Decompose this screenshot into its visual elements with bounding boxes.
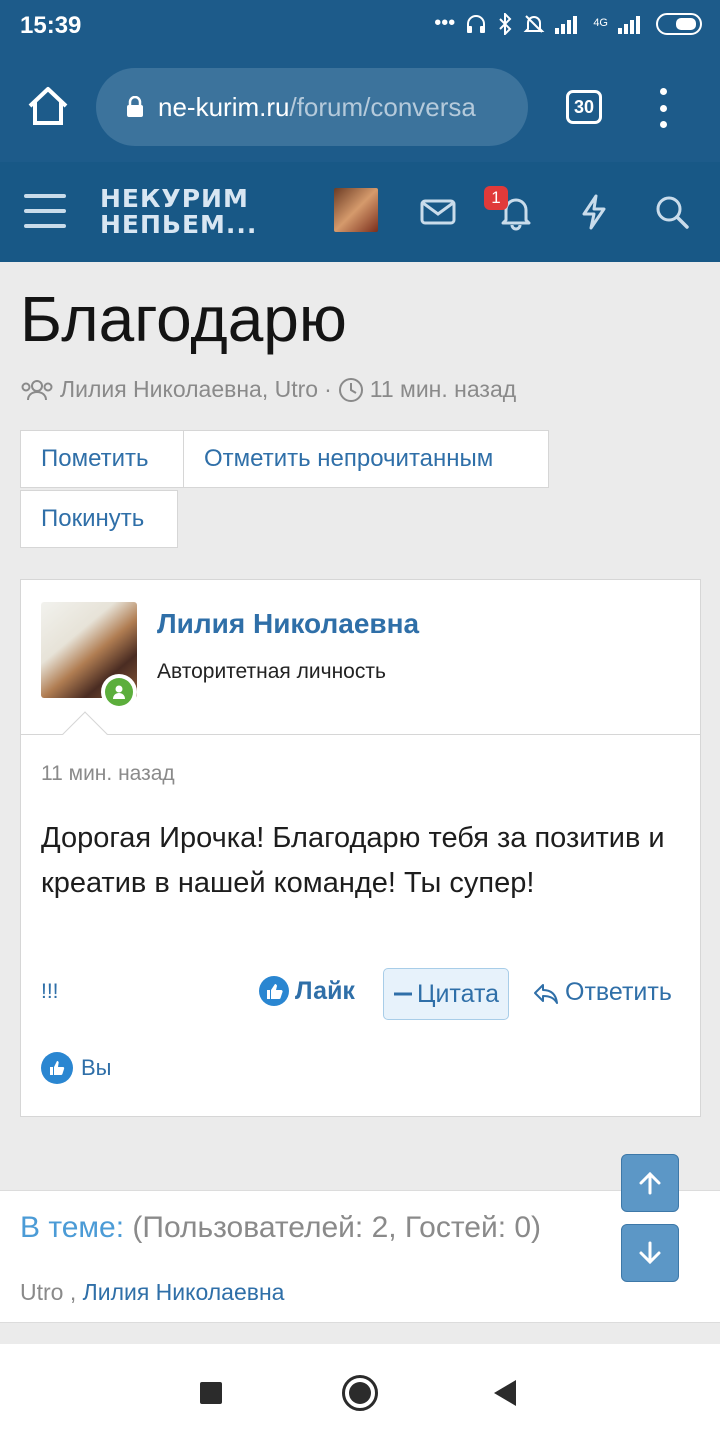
signal-icon <box>555 15 578 34</box>
thumbs-up-icon <box>259 976 289 1006</box>
pointer-arrow <box>62 711 108 757</box>
tabs-button[interactable]: 30 <box>566 90 602 124</box>
network-type: 4G <box>593 17 608 29</box>
user-separator: , <box>63 1279 83 1305</box>
in-thread-block: В теме: (Пользователей: 2, Гостей: 0) Ut… <box>0 1190 720 1322</box>
author-rank: Авторитетная личность <box>157 660 386 683</box>
minus-icon <box>393 992 412 996</box>
thread-user-liliya[interactable]: Лилия Николаевна <box>83 1279 285 1305</box>
reply-button[interactable]: Ответить <box>533 978 672 1007</box>
mute-bell-icon <box>523 14 545 33</box>
lock-icon <box>127 96 143 117</box>
home-icon[interactable] <box>26 84 70 128</box>
reply-label: Ответить <box>565 978 672 1006</box>
likes-summary[interactable]: Вы <box>41 1052 112 1084</box>
page-bottom-strip <box>0 1322 720 1344</box>
conversation-meta: Лилия Николаевна, Utro · 11 мин. назад <box>20 376 516 403</box>
alert-count-badge: 1 <box>484 186 508 210</box>
clock-icon <box>338 377 363 402</box>
back-icon[interactable] <box>494 1380 516 1406</box>
search-icon[interactable] <box>652 192 692 232</box>
logo-line2: НЕПЬЕМ... <box>100 210 258 239</box>
users-icon <box>21 379 53 400</box>
recents-icon[interactable] <box>200 1382 222 1404</box>
mark-button[interactable]: Пометить <box>20 430 184 488</box>
thread-user-utro[interactable]: Utro <box>20 1279 63 1305</box>
mark-unread-button[interactable]: Отметить непрочитанным <box>183 430 549 488</box>
in-thread-stats: (Пользователей: 2, Гостей: 0) <box>132 1211 542 1244</box>
meta-time: 11 мин. назад <box>369 376 517 402</box>
meta-separator: · <box>324 376 332 402</box>
status-bar: 15:39 ••• 4G <box>0 0 720 52</box>
hamburger-menu-icon[interactable] <box>24 194 66 228</box>
tab-count: 30 <box>573 96 595 117</box>
battery-icon <box>656 12 702 35</box>
url-domain: ne-kurim.ru <box>158 91 290 122</box>
address-bar[interactable]: ne-kurim.ru/forum/conversa <box>96 68 528 146</box>
participants: Лилия Николаевна, Utro <box>60 376 319 402</box>
in-thread-header: В теме: (Пользователей: 2, Гостей: 0) <box>20 1211 541 1245</box>
home-circle-icon[interactable] <box>342 1375 378 1411</box>
report-button[interactable]: !!! <box>41 980 59 1004</box>
arrow-up-icon <box>639 1171 661 1195</box>
post-time[interactable]: 11 мин. назад <box>41 762 175 786</box>
browser-toolbar: ne-kurim.ru/forum/conversa 30 <box>0 52 720 162</box>
clock: 15:39 <box>20 12 82 39</box>
thumbs-up-badge-icon <box>41 1052 73 1084</box>
site-logo[interactable]: НЕКУРИМ НЕПЬЕМ... <box>100 186 257 238</box>
likes-by: Вы <box>81 1055 112 1080</box>
inbox-icon[interactable] <box>418 192 458 232</box>
online-status-icon <box>101 674 137 710</box>
scroll-bottom-button[interactable] <box>621 1224 679 1282</box>
site-header: НЕКУРИМ НЕПЬЕМ... 1 <box>0 162 720 262</box>
reply-icon <box>534 983 558 1004</box>
status-icons: ••• 4G <box>434 12 702 35</box>
system-nav-bar <box>0 1344 720 1440</box>
card-divider <box>21 734 700 735</box>
lightning-icon[interactable] <box>574 192 614 232</box>
arrow-down-icon <box>639 1241 661 1265</box>
author-name[interactable]: Лилия Николаевна <box>157 608 419 640</box>
page-title: Благодарю <box>20 283 347 355</box>
like-button[interactable]: Лайк <box>259 976 355 1006</box>
signal-icon-2 <box>618 15 640 34</box>
message-body: Дорогая Ирочка! Благодарю тебя за позити… <box>41 822 665 899</box>
in-thread-label: В теме: <box>20 1211 125 1244</box>
more-dots-icon: ••• <box>434 12 456 34</box>
quote-label: Цитата <box>416 979 500 1008</box>
account-avatar[interactable] <box>334 188 378 232</box>
bluetooth-icon <box>499 12 512 35</box>
logo-line1: НЕКУРИМ <box>100 184 249 213</box>
message-card: Лилия Николаевна Авторитетная личность 1… <box>20 579 701 1117</box>
headphones-icon <box>467 14 486 33</box>
like-label: Лайк <box>295 976 355 1005</box>
leave-button[interactable]: Покинуть <box>20 490 178 548</box>
scroll-top-button[interactable] <box>621 1154 679 1212</box>
url-path: /forum/conversa <box>289 91 476 122</box>
quote-button[interactable]: Цитата <box>383 968 509 1020</box>
in-thread-users: Utro , Лилия Николаевна <box>20 1279 284 1306</box>
browser-menu-button[interactable] <box>656 88 670 128</box>
